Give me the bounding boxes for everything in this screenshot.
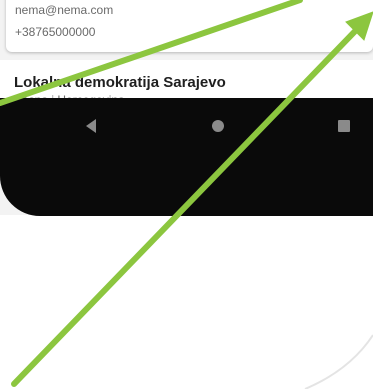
arrow-to-top-left	[0, 0, 303, 106]
annotation-arrows	[0, 0, 373, 387]
screenshot-stage: nema@nema.com +38765000000 Lokalna demok…	[0, 0, 373, 389]
